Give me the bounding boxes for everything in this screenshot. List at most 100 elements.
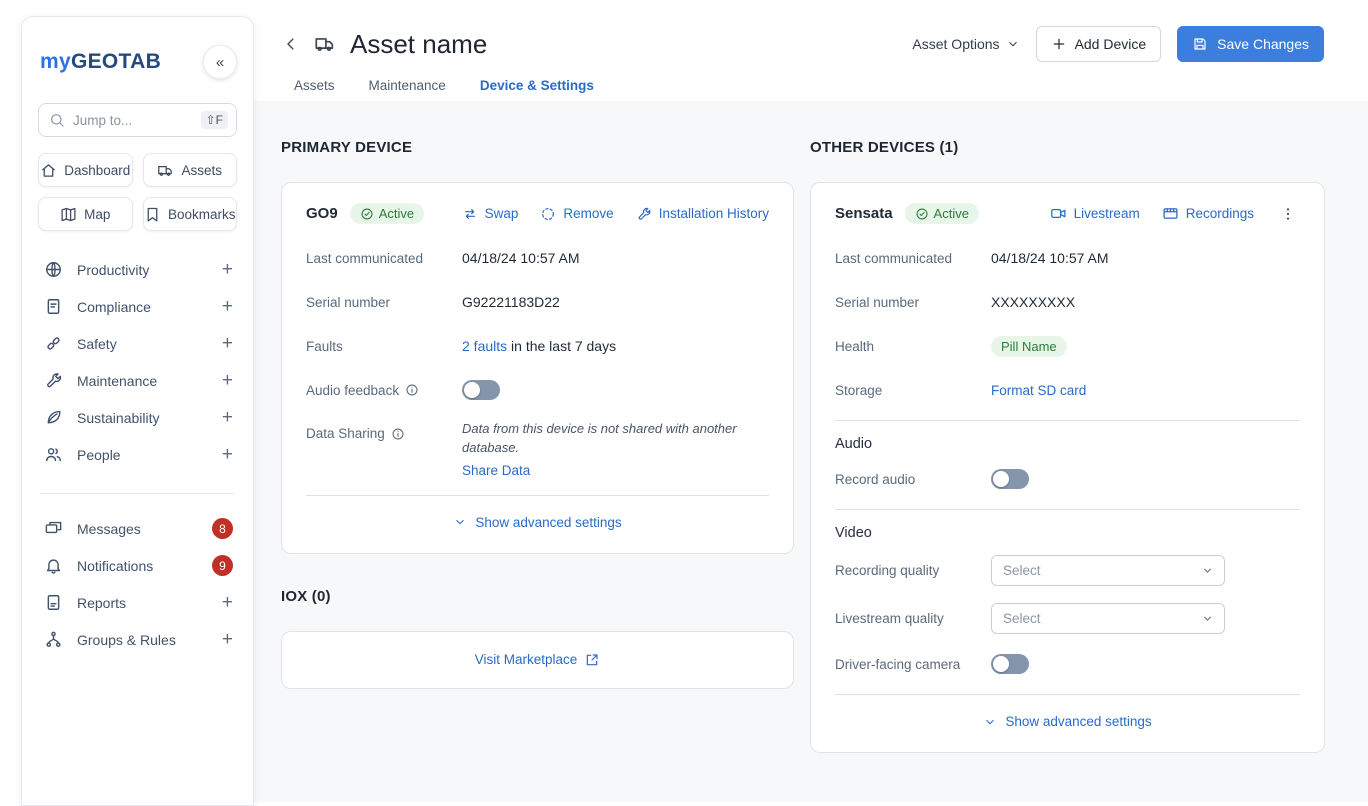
iox-card: Visit Marketplace bbox=[281, 631, 794, 689]
info-icon[interactable] bbox=[391, 427, 405, 441]
main-area: Asset name Asset Options Add Device Save… bbox=[254, 0, 1368, 802]
leaf-icon bbox=[44, 408, 63, 427]
plus-icon[interactable]: + bbox=[222, 408, 233, 427]
faults-row: Faults 2 faults in the last 7 days bbox=[282, 324, 793, 368]
sidebar-item-dashboard[interactable]: Dashboard bbox=[38, 153, 133, 187]
chevron-down-icon bbox=[1006, 37, 1020, 51]
dashed-circle-icon bbox=[540, 206, 556, 222]
video-section-heading: Video bbox=[835, 525, 872, 541]
other-devices-column: OTHER DEVICES (1) Sensata Active Livestr… bbox=[810, 101, 1325, 802]
sidebar-item-assets[interactable]: Assets bbox=[143, 153, 238, 187]
show-advanced-settings-button[interactable]: Show advanced settings bbox=[282, 496, 793, 553]
serial-number-row: Serial number G92221183D22 bbox=[282, 280, 793, 324]
swap-button[interactable]: Swap bbox=[462, 206, 519, 222]
check-circle-icon bbox=[360, 207, 374, 221]
sidebar-item-sustainability[interactable]: Sustainability + bbox=[38, 399, 237, 436]
messages-icon bbox=[44, 519, 63, 538]
chevron-left-icon bbox=[282, 35, 300, 53]
more-options-button[interactable] bbox=[1276, 204, 1300, 224]
map-icon bbox=[60, 206, 77, 223]
share-data-link[interactable]: Share Data bbox=[462, 461, 530, 481]
other-device-card: Sensata Active Livestream Recordings bbox=[810, 182, 1325, 753]
quick-links: Dashboard Assets Map Bookmarks bbox=[38, 153, 237, 231]
record-audio-toggle[interactable] bbox=[991, 469, 1029, 489]
plus-icon[interactable]: + bbox=[222, 260, 233, 279]
livestream-button[interactable]: Livestream bbox=[1050, 205, 1140, 222]
add-device-button[interactable]: Add Device bbox=[1036, 26, 1162, 62]
external-link-icon bbox=[584, 652, 600, 668]
sidebar-item-map[interactable]: Map bbox=[38, 197, 133, 231]
sidebar-item-messages[interactable]: Messages 8 bbox=[38, 510, 237, 547]
sidebar: myGEOTAB « Jump to... ⇧F Dashboard Asset… bbox=[21, 16, 254, 806]
faults-link[interactable]: 2 faults bbox=[462, 338, 507, 354]
status-badge: Active bbox=[905, 203, 979, 224]
messages-count-badge: 8 bbox=[212, 518, 233, 539]
plus-icon[interactable]: + bbox=[222, 593, 233, 612]
sidebar-item-bookmarks[interactable]: Bookmarks bbox=[143, 197, 238, 231]
primary-nav: Productivity + Compliance + Safety + Mai… bbox=[38, 251, 237, 473]
save-changes-button[interactable]: Save Changes bbox=[1177, 26, 1324, 62]
seatbelt-icon bbox=[44, 334, 63, 353]
info-icon[interactable] bbox=[405, 383, 419, 397]
installation-history-button[interactable]: Installation History bbox=[636, 206, 769, 222]
last-communicated-row: Last communicated 04/18/24 10:57 AM bbox=[811, 236, 1324, 280]
check-circle-icon bbox=[915, 207, 929, 221]
other-devices-heading: OTHER DEVICES (1) bbox=[810, 139, 1325, 156]
sidebar-item-reports[interactable]: Reports + bbox=[38, 584, 237, 621]
livestream-quality-select[interactable]: Select bbox=[991, 603, 1225, 634]
video-camera-icon bbox=[1050, 205, 1067, 222]
plus-icon[interactable]: + bbox=[222, 334, 233, 353]
toggle-knob bbox=[993, 656, 1009, 672]
sidebar-item-people[interactable]: People + bbox=[38, 436, 237, 473]
swap-icon bbox=[462, 206, 478, 222]
storage-row: Storage Format SD card bbox=[811, 368, 1324, 412]
chevron-down-icon bbox=[1201, 612, 1214, 625]
sidebar-item-safety[interactable]: Safety + bbox=[38, 325, 237, 362]
sidebar-collapse-button[interactable]: « bbox=[203, 45, 237, 79]
chevron-down-icon bbox=[453, 515, 467, 529]
search-icon bbox=[49, 112, 65, 128]
iox-heading: IOX (0) bbox=[281, 588, 794, 605]
audio-section-heading: Audio bbox=[835, 436, 872, 452]
plus-icon bbox=[1051, 36, 1067, 52]
notifications-count-badge: 9 bbox=[212, 555, 233, 576]
sidebar-item-maintenance[interactable]: Maintenance + bbox=[38, 362, 237, 399]
recordings-button[interactable]: Recordings bbox=[1162, 205, 1254, 222]
plus-icon[interactable]: + bbox=[222, 630, 233, 649]
health-pill: Pill Name bbox=[991, 336, 1067, 357]
sidebar-item-notifications[interactable]: Notifications 9 bbox=[38, 547, 237, 584]
recording-quality-select[interactable]: Select bbox=[991, 555, 1225, 586]
chevron-down-icon bbox=[1201, 564, 1214, 577]
driver-facing-camera-row: Driver-facing camera bbox=[811, 642, 1324, 686]
back-button[interactable] bbox=[282, 35, 300, 53]
jump-to-search-input[interactable]: Jump to... ⇧F bbox=[38, 103, 237, 137]
sidebar-item-productivity[interactable]: Productivity + bbox=[38, 251, 237, 288]
driver-facing-camera-toggle[interactable] bbox=[991, 654, 1029, 674]
globe-icon bbox=[44, 260, 63, 279]
plus-icon[interactable]: + bbox=[222, 445, 233, 464]
health-row: Health Pill Name bbox=[811, 324, 1324, 368]
remove-button[interactable]: Remove bbox=[540, 206, 613, 222]
show-advanced-settings-button[interactable]: Show advanced settings bbox=[811, 695, 1324, 752]
primary-device-card: GO9 Active Swap Remove bbox=[281, 182, 794, 554]
toggle-knob bbox=[993, 471, 1009, 487]
bell-icon bbox=[44, 556, 63, 575]
plus-icon[interactable]: + bbox=[222, 297, 233, 316]
sidebar-divider bbox=[40, 493, 235, 494]
wrench-icon bbox=[636, 206, 652, 222]
status-badge: Active bbox=[350, 203, 424, 224]
plus-icon[interactable]: + bbox=[222, 371, 233, 390]
sidebar-item-compliance[interactable]: Compliance + bbox=[38, 288, 237, 325]
data-sharing-row: Data Sharing Data from this device is no… bbox=[282, 412, 793, 487]
wrench-icon bbox=[44, 371, 63, 390]
format-sd-card-link[interactable]: Format SD card bbox=[991, 383, 1086, 398]
save-icon bbox=[1192, 36, 1208, 52]
sidebar-item-groups-rules[interactable]: Groups & Rules + bbox=[38, 621, 237, 658]
asset-options-button[interactable]: Asset Options bbox=[912, 36, 1019, 52]
content-area: PRIMARY DEVICE GO9 Active Swap bbox=[254, 101, 1368, 802]
chevron-down-icon bbox=[983, 715, 997, 729]
audio-feedback-toggle[interactable] bbox=[462, 380, 500, 400]
recordings-icon bbox=[1162, 205, 1179, 222]
visit-marketplace-link[interactable]: Visit Marketplace bbox=[475, 652, 601, 668]
kebab-menu-icon bbox=[1280, 206, 1296, 222]
